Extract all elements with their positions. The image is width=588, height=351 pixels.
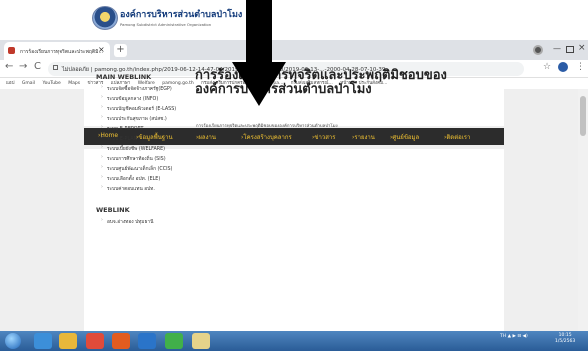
bookmark-item[interactable]: Maps <box>68 78 80 89</box>
bookmark-item[interactable]: แอป <box>6 78 14 89</box>
browser-menu-icon[interactable]: ⋮ <box>576 62 585 72</box>
clock-date: 1/5/2563 <box>555 339 576 344</box>
profile-icon[interactable] <box>533 45 543 55</box>
nav-info-center[interactable]: ›ศูนย์ข้อมูล <box>390 132 419 142</box>
file-explorer-icon[interactable] <box>59 333 77 349</box>
main-navigation: ›Home ›ข้อมูลพื้นฐาน ›ผลงาน ›โครงสร้างบุ… <box>84 128 504 145</box>
word-icon[interactable] <box>138 333 156 349</box>
browser-tab[interactable]: การร้องเรียนการทุจริตและประพฤติมิ... <box>4 42 110 60</box>
sidebar-link-ereport[interactable]: ระบบ E-REPORT <box>101 125 144 133</box>
folder-icon[interactable] <box>192 333 210 349</box>
sidebar-link-welfare[interactable]: ระบบเบี้ยยังชีพ (WELFARE) <box>101 145 165 153</box>
extension-icon[interactable] <box>558 62 568 72</box>
line-icon[interactable] <box>165 333 183 349</box>
site-logo-icon[interactable] <box>92 6 118 30</box>
sidebar-link-compensation[interactable]: ระบบค่าตอบแทน อปท. <box>101 185 155 193</box>
sidebar-link-ccis[interactable]: ระบบศูนย์พัฒนาเด็กเล็ก (CCIS) <box>101 165 172 173</box>
nav-achievements[interactable]: ›ผลงาน <box>196 132 216 142</box>
forward-button[interactable]: → <box>19 61 27 72</box>
sidebar-title-weblink: WEBLINK <box>96 206 130 214</box>
sidebar-link-nhso[interactable]: ระบบประกันสุขภาพ (สปสช.) <box>101 115 167 123</box>
taskbar-clock[interactable]: 10:15 1/5/2563 <box>555 333 575 345</box>
article-body: การร้องเรียนการทุจริตและประพฤติมิชอบของอ… <box>196 124 338 129</box>
close-window-button[interactable]: × <box>578 43 586 53</box>
scrollbar-thumb[interactable] <box>580 96 586 136</box>
ie-icon[interactable] <box>34 333 52 349</box>
bookmark-star-icon[interactable]: ☆ <box>543 62 551 72</box>
nav-news[interactable]: ›ข่าวสาร <box>312 132 336 142</box>
sidebar-link-elass[interactable]: ระบบบัญชีคอมพิวเตอร์ (E-LASS) <box>101 105 176 113</box>
bookmark-item[interactable]: Gmail <box>22 78 35 89</box>
not-secure-icon[interactable] <box>53 65 58 70</box>
down-arrow-icon <box>232 0 286 106</box>
new-tab-button[interactable]: + <box>114 44 127 57</box>
sidebar-link-sis[interactable]: ระบบการศึกษาท้องถิ่น (SIS) <box>101 155 166 163</box>
sidebar-link-info[interactable]: ระบบข้อมูลกลาง (INFO) <box>101 95 158 103</box>
nav-basic-info[interactable]: ›ข้อมูลพื้นฐาน <box>136 132 173 142</box>
sidebar-link-egp[interactable]: ระบบจัดซื้อจัดจ้างภาครัฐ(EGP) <box>101 85 172 93</box>
nav-personnel[interactable]: ›โครงสร้างบุคลากร <box>241 132 292 142</box>
site-name[interactable]: องค์การบริหารส่วนตำบลป่าโมง <box>120 7 242 21</box>
sidebar-title: MAIN WEBLINK <box>96 73 152 81</box>
minimize-button[interactable]: — <box>553 44 561 53</box>
chrome-icon[interactable] <box>86 333 104 349</box>
media-player-icon[interactable] <box>112 333 130 349</box>
tab-favicon-icon <box>8 47 15 54</box>
site-name-english: Pamong Subdistrict Administrative Organi… <box>120 22 212 27</box>
back-button[interactable]: ← <box>5 61 13 72</box>
nav-reports[interactable]: ›รายงาน <box>352 132 375 142</box>
bookmark-item[interactable]: YouTube <box>42 78 60 89</box>
sidebar-link-weblink[interactable]: อบจ.อ่างทอง ปทุมธานี <box>101 218 153 226</box>
sidebar-link-ele[interactable]: ระบบเลือกตั้ง อปท. (ELE) <box>101 175 160 183</box>
start-button[interactable] <box>5 333 21 349</box>
tab-close-icon[interactable]: × <box>98 45 105 54</box>
nav-contact[interactable]: ›ติดต่อเรา <box>444 132 470 142</box>
screen: การร้องเรียนการทุจริตและประพฤติมิ... × +… <box>0 0 588 351</box>
reload-button[interactable]: C <box>34 61 41 72</box>
sidebar-link-eplan[interactable]: ระบบ E-PLAN <box>101 135 137 143</box>
system-tray[interactable]: TH ▲ ▶ ⊟ ◀) <box>500 334 528 339</box>
maximize-button[interactable] <box>566 46 574 53</box>
